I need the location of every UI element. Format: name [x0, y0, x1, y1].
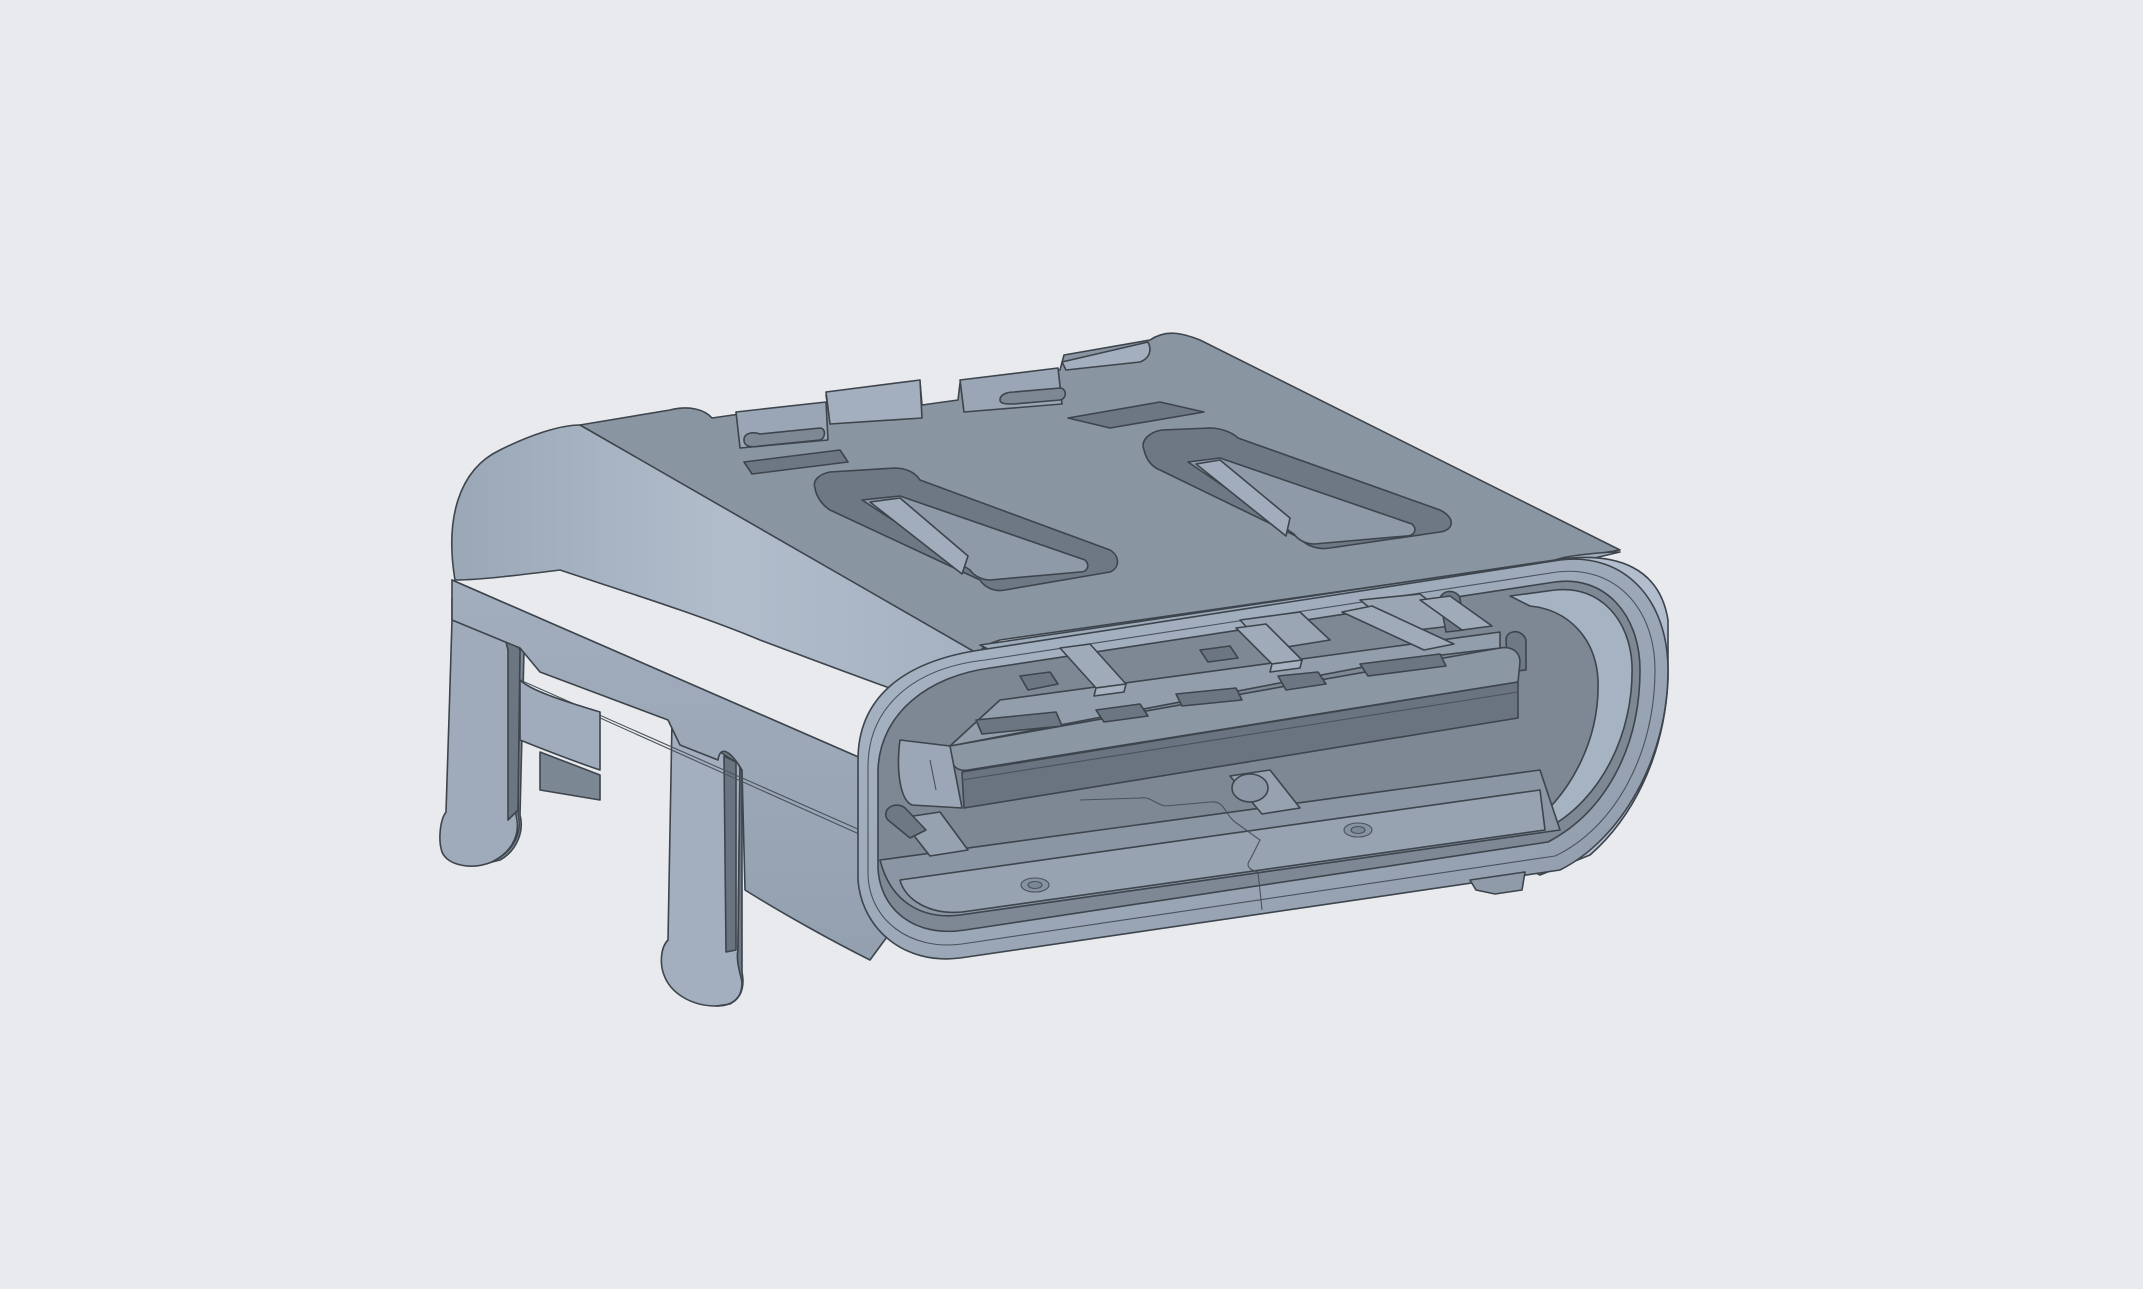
mounting-leg-front — [660, 719, 744, 1007]
cad-viewport[interactable] — [0, 0, 2143, 1289]
usb-c-connector-model[interactable] — [0, 0, 2143, 1289]
